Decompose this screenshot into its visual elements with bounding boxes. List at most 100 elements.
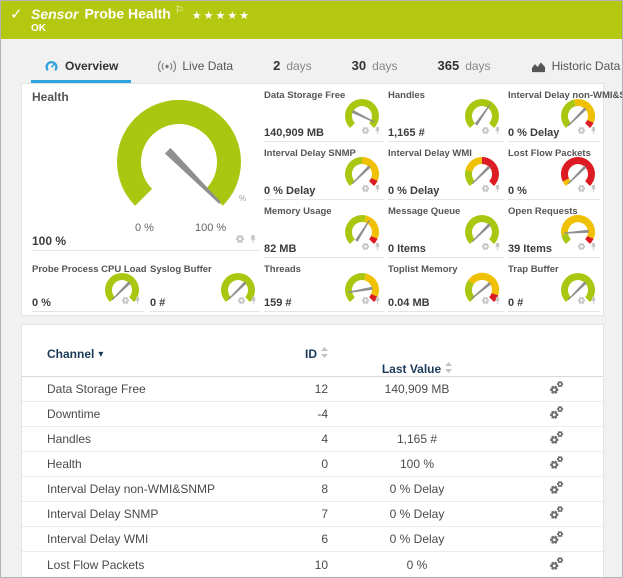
- pin-icon[interactable]: [373, 180, 382, 198]
- tab-live-data[interactable]: Live Data: [145, 59, 246, 83]
- cell-channel[interactable]: Interval Delay non-WMI&SNMP: [47, 482, 282, 496]
- gear-icon[interactable]: [361, 180, 370, 198]
- pin-icon[interactable]: [133, 292, 142, 310]
- column-header-id[interactable]: ID: [282, 347, 328, 361]
- tab-bar: Overview Live Data 2days 30days 365 days Histo…: [1, 39, 622, 83]
- cell-channel[interactable]: Interval Delay SNMP: [47, 507, 282, 521]
- table-row-handles[interactable]: Handles41,165 #: [22, 427, 603, 452]
- table-row-interval-delay-wmi[interactable]: Interval Delay WMI60 % Delay: [22, 527, 603, 552]
- channel-settings-icon[interactable]: [549, 405, 564, 423]
- prtg-sensor-page: ✓ SensorProbe Health⚐★★★★★ OK OverviewLi…: [0, 0, 623, 578]
- gear-icon[interactable]: [121, 292, 130, 310]
- gear-icon[interactable]: [577, 180, 586, 198]
- gauge-value: 1,165 #: [388, 127, 425, 139]
- pin-icon[interactable]: [373, 292, 382, 310]
- pin-icon[interactable]: [493, 238, 502, 256]
- table-row-interval-delay-non-wmi-snmp[interactable]: Interval Delay non-WMI&SNMP80 % Delay: [22, 477, 603, 502]
- table-row-downtime[interactable]: Downtime-4: [22, 402, 603, 427]
- gauge-title: Threads: [264, 264, 301, 275]
- tab-number: 365: [438, 58, 460, 73]
- status-badge: OK: [31, 23, 46, 34]
- cell-channel[interactable]: Interval Delay WMI: [47, 532, 282, 546]
- cell-last-value: 0 %: [328, 558, 506, 572]
- channel-settings-icon[interactable]: [549, 556, 564, 574]
- pin-icon[interactable]: [493, 292, 502, 310]
- gauge-title: Data Storage Free: [264, 90, 345, 101]
- gauge-title: Interval Delay WMI: [388, 148, 472, 159]
- column-header-last-value[interactable]: Last Value: [328, 362, 506, 376]
- gauge-title: Message Queue: [388, 206, 460, 217]
- cell-channel[interactable]: Health: [47, 457, 282, 471]
- table-row-health[interactable]: Health0100 %: [22, 452, 603, 477]
- gear-icon[interactable]: [235, 231, 245, 249]
- gear-icon[interactable]: [481, 122, 490, 140]
- priority-stars[interactable]: ★★★★★: [192, 10, 251, 22]
- sort-desc-icon: ▾: [98, 349, 103, 360]
- pin-icon[interactable]: [249, 292, 258, 310]
- gear-icon[interactable]: [361, 238, 370, 256]
- pin-icon[interactable]: [248, 231, 258, 249]
- table-row-interval-delay-snmp[interactable]: Interval Delay SNMP70 % Delay: [22, 502, 603, 527]
- tab-label: Live Data: [182, 59, 233, 73]
- cell-last-value: 1,165 #: [328, 432, 506, 446]
- gauge-value: 0 %: [508, 185, 527, 197]
- gauge-arc: [117, 100, 241, 206]
- gauge-cell-interval-delay-non-wmi-snmp: Interval Delay non-WMI&SNMP0 % Delay: [508, 90, 600, 142]
- gauge-value: 100 %: [32, 234, 66, 248]
- gauge-cell-toplist-memory: Toplist Memory0.04 MB: [388, 264, 504, 312]
- gear-icon[interactable]: [577, 238, 586, 256]
- gear-icon[interactable]: [361, 122, 370, 140]
- gear-icon[interactable]: [361, 292, 370, 310]
- gauge-value: 140,909 MB: [264, 127, 324, 139]
- table-row-data-storage-free[interactable]: Data Storage Free12140,909 MB: [22, 377, 603, 402]
- channel-settings-icon[interactable]: [549, 455, 564, 473]
- tab-label: days: [465, 59, 490, 73]
- column-header-channel[interactable]: Channel ▾: [47, 347, 282, 361]
- gear-icon[interactable]: [481, 238, 490, 256]
- tab-30-days[interactable]: 30days: [339, 58, 411, 83]
- pin-icon[interactable]: [493, 122, 502, 140]
- channel-settings-icon[interactable]: [549, 480, 564, 498]
- pin-icon[interactable]: [589, 180, 598, 198]
- gauge-title: Trap Buffer: [508, 264, 559, 275]
- channel-settings-icon[interactable]: [549, 505, 564, 523]
- cell-id: 7: [282, 507, 328, 521]
- gear-icon[interactable]: [481, 180, 490, 198]
- cell-channel[interactable]: Data Storage Free: [47, 382, 282, 396]
- gauge-needle: [165, 148, 221, 204]
- cell-id: 0: [282, 457, 328, 471]
- sensor-title-line: SensorProbe Health⚐★★★★★: [31, 5, 251, 22]
- tab-historic-data[interactable]: Historic Data: [518, 59, 623, 83]
- table-row-lost-flow-packets[interactable]: Lost Flow Packets100 %: [22, 552, 603, 577]
- pin-icon[interactable]: [493, 180, 502, 198]
- pin-icon[interactable]: [373, 238, 382, 256]
- channel-settings-icon[interactable]: [549, 380, 564, 398]
- cell-channel[interactable]: Handles: [47, 432, 282, 446]
- pin-icon[interactable]: [589, 238, 598, 256]
- channel-settings-icon[interactable]: [549, 530, 564, 548]
- cell-last-value: 0 % Delay: [328, 532, 506, 546]
- cell-channel[interactable]: Lost Flow Packets: [47, 558, 282, 572]
- gauge-cell-lost-flow-packets: Lost Flow Packets0 %: [508, 148, 600, 200]
- flag-icon[interactable]: ⚐: [175, 5, 184, 16]
- sensor-status-band: ✓ SensorProbe Health⚐★★★★★ OK: [1, 1, 622, 39]
- gear-icon[interactable]: [577, 122, 586, 140]
- cell-channel[interactable]: Downtime: [47, 407, 282, 421]
- pin-icon[interactable]: [373, 122, 382, 140]
- table-body: Data Storage Free12140,909 MBDowntime-4H…: [22, 377, 603, 577]
- gear-icon[interactable]: [577, 292, 586, 310]
- channel-settings-icon[interactable]: [549, 430, 564, 448]
- tab-2-days[interactable]: 2days: [260, 58, 325, 83]
- tab-number: 2: [273, 58, 280, 73]
- column-label: ID: [305, 347, 317, 361]
- pin-icon[interactable]: [589, 122, 598, 140]
- gear-icon[interactable]: [481, 292, 490, 310]
- gauge-arc: [364, 216, 379, 239]
- gauge-arc: [561, 234, 571, 244]
- tab-365-days[interactable]: 365 days: [425, 58, 504, 83]
- tab-overview[interactable]: Overview: [31, 59, 131, 83]
- gauge-title: Toplist Memory: [388, 264, 458, 275]
- pin-icon[interactable]: [589, 292, 598, 310]
- gear-icon[interactable]: [237, 292, 246, 310]
- ok-check-icon: ✓: [10, 5, 23, 23]
